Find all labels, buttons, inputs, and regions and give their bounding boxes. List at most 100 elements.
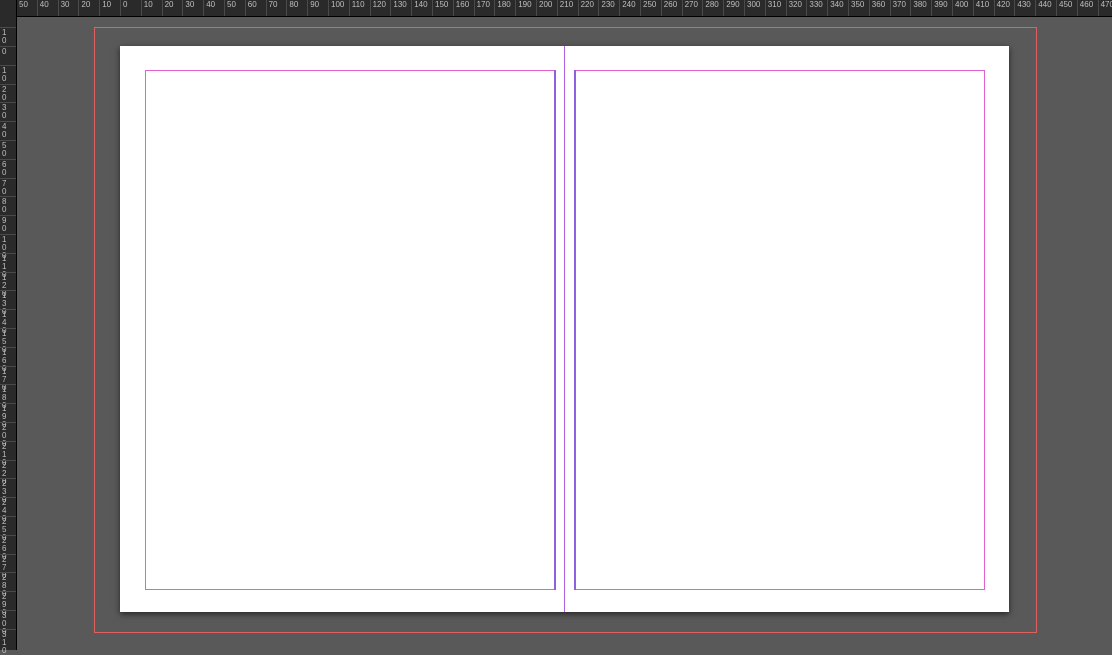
h-ruler-tick: 240 (619, 0, 620, 16)
h-ruler-tick: 70 (266, 0, 267, 16)
h-ruler-label: 410 (976, 1, 989, 9)
h-ruler-label: 340 (830, 1, 843, 9)
h-ruler-label: 20 (165, 1, 174, 9)
v-ruler-tick: 260 (0, 535, 16, 536)
h-ruler-tick: 110 (349, 0, 350, 16)
v-ruler-tick: 150 (0, 328, 16, 329)
v-ruler-label: 40 (2, 123, 6, 139)
h-ruler-tick: 40 (37, 0, 38, 16)
h-ruler-tick: 270 (682, 0, 683, 16)
h-ruler-tick: 250 (640, 0, 641, 16)
v-ruler-tick: 100 (0, 234, 16, 235)
h-ruler-label: 130 (393, 1, 406, 9)
h-ruler-label: 280 (705, 1, 718, 9)
v-ruler-tick: 180 (0, 384, 16, 385)
h-ruler-tick: 390 (931, 0, 932, 16)
h-ruler-tick: 180 (494, 0, 495, 16)
h-ruler-label: 360 (872, 1, 885, 9)
v-ruler-tick: 40 (0, 121, 16, 122)
v-ruler-tick: 130 (0, 290, 16, 291)
h-ruler-label: 80 (289, 1, 298, 9)
h-ruler-tick: 160 (453, 0, 454, 16)
v-ruler-tick: 270 (0, 554, 16, 555)
h-ruler-tick: 290 (723, 0, 724, 16)
h-ruler-label: 0 (123, 1, 127, 9)
h-ruler-tick: 230 (598, 0, 599, 16)
right-column-guide (574, 70, 576, 590)
h-ruler-label: 220 (581, 1, 594, 9)
h-ruler-label: 380 (913, 1, 926, 9)
h-ruler-tick: 20 (162, 0, 163, 16)
h-ruler-tick: 330 (806, 0, 807, 16)
v-ruler-tick: 200 (0, 422, 16, 423)
v-ruler-tick: 60 (0, 159, 16, 160)
h-ruler-label: 30 (185, 1, 194, 9)
h-ruler-tick: 190 (515, 0, 516, 16)
h-ruler-tick: 380 (910, 0, 911, 16)
v-ruler-tick: 120 (0, 272, 16, 273)
spine-guide (564, 46, 565, 612)
h-ruler-tick: 140 (411, 0, 412, 16)
h-ruler-tick: 50 (224, 0, 225, 16)
h-ruler-label: 400 (955, 1, 968, 9)
h-ruler-tick: 10 (99, 0, 100, 16)
h-ruler-label: 350 (851, 1, 864, 9)
v-ruler-label: 20 (2, 86, 6, 102)
h-ruler-label: 50 (19, 1, 28, 9)
v-ruler-tick: 230 (0, 478, 16, 479)
h-ruler-tick: 470 (1098, 0, 1099, 16)
v-ruler-tick: 0 (0, 46, 16, 47)
v-ruler-tick: 210 (0, 441, 16, 442)
h-ruler-label: 190 (518, 1, 531, 9)
h-ruler-tick: 410 (973, 0, 974, 16)
h-ruler-tick: 210 (557, 0, 558, 16)
h-ruler-label: 420 (997, 1, 1010, 9)
h-ruler-label: 110 (352, 1, 365, 9)
v-ruler-tick: 310 (0, 629, 16, 630)
h-ruler-label: 180 (497, 1, 510, 9)
h-ruler-tick: 120 (370, 0, 371, 16)
v-ruler-label: 50 (2, 142, 6, 158)
h-ruler-tick: 460 (1077, 0, 1078, 16)
v-ruler-tick: 10 (0, 27, 16, 28)
h-ruler-tick: 10 (141, 0, 142, 16)
h-ruler-label: 10 (102, 1, 111, 9)
v-ruler-tick: 300 (0, 610, 16, 611)
h-ruler-tick: 60 (245, 0, 246, 16)
h-ruler-label: 40 (206, 1, 215, 9)
h-ruler-label: 20 (81, 1, 90, 9)
h-ruler-tick: 130 (390, 0, 391, 16)
h-ruler-label: 390 (934, 1, 947, 9)
h-ruler-tick: 100 (328, 0, 329, 16)
h-ruler-label: 100 (331, 1, 344, 9)
h-ruler-tick: 20 (78, 0, 79, 16)
h-ruler-tick: 260 (661, 0, 662, 16)
vertical-ruler[interactable]: 1001020304050607080901001101201301401501… (0, 0, 17, 650)
h-ruler-label: 230 (601, 1, 614, 9)
horizontal-ruler[interactable]: 5040302010010203040506070809010011012013… (0, 0, 1112, 17)
h-ruler-tick: 200 (536, 0, 537, 16)
h-ruler-tick: 360 (869, 0, 870, 16)
v-ruler-label: 10 (2, 29, 6, 45)
h-ruler-tick: 150 (432, 0, 433, 16)
ruler-corner (0, 0, 16, 16)
h-ruler-label: 470 (1101, 1, 1112, 9)
v-ruler-tick: 290 (0, 591, 16, 592)
h-ruler-label: 90 (310, 1, 319, 9)
h-ruler-label: 120 (373, 1, 386, 9)
h-ruler-label: 290 (726, 1, 739, 9)
v-ruler-tick: 240 (0, 497, 16, 498)
v-ruler-tick: 50 (0, 140, 16, 141)
page-spread[interactable] (120, 46, 1009, 612)
h-ruler-label: 300 (747, 1, 760, 9)
left-page-margin-guide (145, 70, 555, 590)
h-ruler-tick: 350 (848, 0, 849, 16)
h-ruler-tick: 30 (58, 0, 59, 16)
h-ruler-label: 10 (144, 1, 153, 9)
h-ruler-label: 40 (40, 1, 49, 9)
v-ruler-tick: 30 (0, 102, 16, 103)
h-ruler-label: 150 (435, 1, 448, 9)
h-ruler-tick: 80 (286, 0, 287, 16)
v-ruler-tick: 220 (0, 460, 16, 461)
right-page-margin-guide (575, 70, 985, 590)
